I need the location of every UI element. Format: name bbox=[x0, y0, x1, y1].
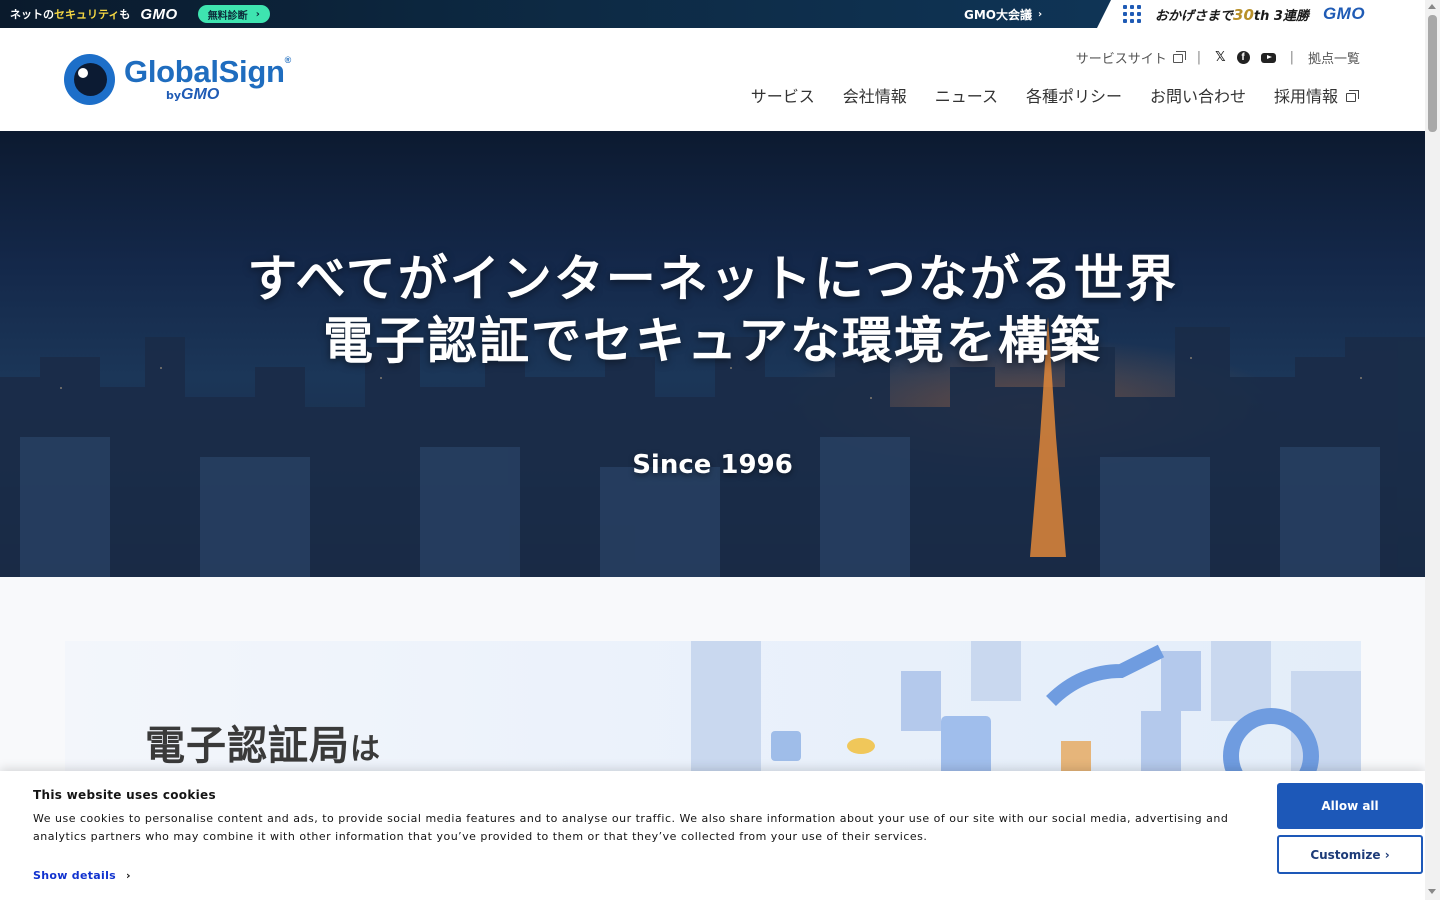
page-scrollbar[interactable] bbox=[1425, 0, 1440, 900]
locations-link[interactable]: 拠点一覧 bbox=[1308, 48, 1360, 67]
globalsign-eye-icon bbox=[64, 54, 115, 105]
social-links: 𝕏 f bbox=[1215, 50, 1276, 65]
grid-menu-icon[interactable] bbox=[1123, 5, 1141, 23]
gmo-logo: GMO bbox=[140, 5, 178, 23]
gmo-thanks-text: おかげさまで30th 3連勝 bbox=[1155, 5, 1309, 24]
scroll-thumb[interactable] bbox=[1428, 15, 1437, 132]
divider: | bbox=[1196, 50, 1202, 65]
service-site-link[interactable]: サービスサイト bbox=[1076, 48, 1186, 67]
gmo-top-bar: ネットのセキュリティも GMO 無料診断 › GMO大会議 › おかげさまで30th… bbox=[0, 0, 1425, 28]
hero-section: すべてがインターネットにつながる世界 電子認証でセキュアな環境を構築 Since… bbox=[0, 131, 1425, 577]
external-link-icon bbox=[1172, 51, 1186, 63]
cookie-description: We use cookies to personalise content an… bbox=[33, 812, 1229, 843]
isometric-city-illustration bbox=[691, 641, 1361, 781]
facebook-icon[interactable]: f bbox=[1236, 51, 1250, 64]
nav-item-company[interactable]: 会社情報 bbox=[843, 83, 907, 107]
nav-item-careers[interactable]: 採用情報 bbox=[1274, 83, 1359, 107]
gmo-conference-link[interactable]: GMO大会議 › bbox=[964, 0, 1042, 28]
hero-since: Since 1996 bbox=[632, 450, 793, 480]
customize-button[interactable]: Customize › bbox=[1277, 835, 1423, 874]
chevron-right-icon: › bbox=[1384, 847, 1390, 862]
nav-item-contact[interactable]: お問い合わせ bbox=[1150, 83, 1246, 107]
banner-title: 電子認証局は bbox=[145, 723, 381, 769]
youtube-icon[interactable] bbox=[1260, 52, 1276, 63]
allow-all-button[interactable]: Allow all bbox=[1277, 783, 1423, 829]
gmo-security-promo[interactable]: ネットのセキュリティも GMO 無料診断 › bbox=[0, 0, 270, 28]
hero-headline-line2: 電子認証でセキュアな環境を構築 bbox=[323, 312, 1102, 370]
gmo-group-banner[interactable]: おかげさまで30th 3連勝 GMO bbox=[1097, 0, 1425, 28]
scroll-up-icon[interactable] bbox=[1428, 4, 1436, 9]
divider: | bbox=[1289, 50, 1294, 65]
x-icon[interactable]: 𝕏 bbox=[1215, 50, 1225, 65]
utility-nav: サービスサイト | 𝕏 f | 拠点一覧 bbox=[1076, 48, 1360, 67]
globalsign-logo[interactable]: GlobalSign® byGMO bbox=[64, 54, 291, 105]
external-link-icon bbox=[1346, 90, 1359, 102]
logo-wordmark: GlobalSign® bbox=[124, 54, 291, 89]
nav-item-policies[interactable]: 各種ポリシー bbox=[1026, 83, 1122, 107]
chevron-right-icon: › bbox=[126, 869, 131, 882]
chevron-right-icon: › bbox=[255, 8, 260, 20]
nav-item-news[interactable]: ニュース bbox=[935, 83, 998, 107]
cookie-title: This website uses cookies bbox=[33, 788, 216, 802]
logo-byline: byGMO bbox=[166, 86, 220, 103]
cookie-consent-banner: This website uses cookies We use cookies… bbox=[0, 771, 1425, 900]
gmo-logo-right[interactable]: GMO bbox=[1323, 4, 1365, 24]
chevron-right-icon: › bbox=[1038, 8, 1043, 20]
main-nav: サービス 会社情報 ニュース 各種ポリシー お問い合わせ 採用情報 bbox=[751, 83, 1359, 107]
gmo-tagline: ネットのセキュリティも bbox=[10, 8, 131, 21]
ca-banner[interactable]: 電子認証局は bbox=[65, 641, 1361, 781]
nav-item-services[interactable]: サービス bbox=[751, 83, 815, 107]
show-details-link[interactable]: Show details › bbox=[33, 869, 131, 882]
scroll-down-icon[interactable] bbox=[1428, 889, 1436, 894]
free-diagnosis-button[interactable]: 無料診断 › bbox=[197, 5, 270, 23]
site-header: GlobalSign® byGMO サービスサイト | 𝕏 f | 拠点一覧 サ… bbox=[0, 28, 1425, 131]
